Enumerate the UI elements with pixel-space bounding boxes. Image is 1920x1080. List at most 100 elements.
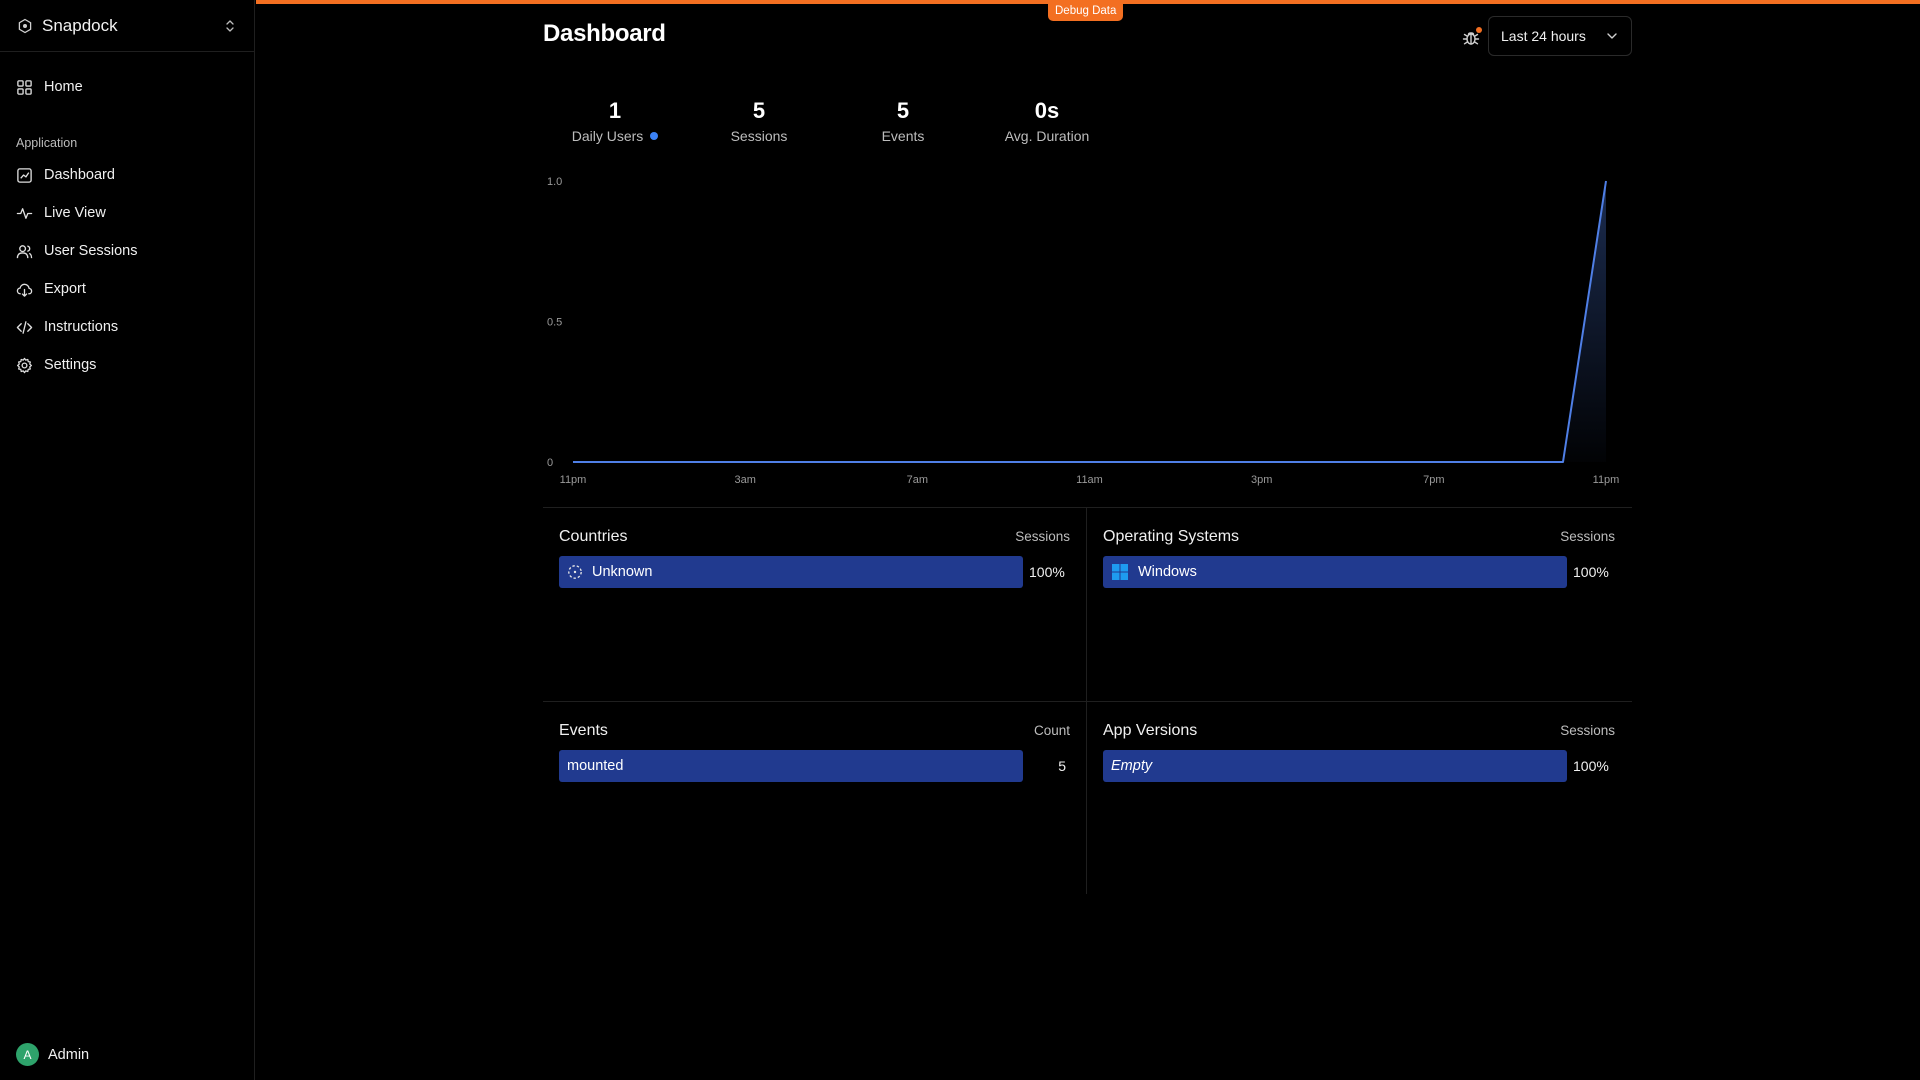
sidebar-item-label: Live View bbox=[44, 205, 106, 221]
avatar: A bbox=[16, 1043, 39, 1066]
panel-column-label: Sessions bbox=[1015, 529, 1070, 544]
bar-label: Unknown bbox=[592, 564, 653, 580]
panel-title: Events bbox=[559, 722, 608, 739]
data-point[interactable] bbox=[871, 459, 877, 465]
app-versions-panel: App Versions Sessions Empty 100% bbox=[1087, 702, 1631, 894]
list-item[interactable]: mounted 5 bbox=[559, 750, 1070, 782]
data-point[interactable] bbox=[1000, 459, 1006, 465]
bar-value: 5 bbox=[1058, 758, 1066, 774]
sidebar-item-user-sessions[interactable]: User Sessions bbox=[8, 232, 246, 270]
data-point[interactable] bbox=[1216, 459, 1222, 465]
data-point[interactable] bbox=[613, 459, 619, 465]
data-point[interactable] bbox=[1259, 459, 1265, 465]
sidebar-item-home[interactable]: Home bbox=[8, 68, 246, 106]
data-point[interactable] bbox=[570, 459, 576, 465]
y-tick-label: 0.5 bbox=[547, 317, 562, 329]
operating-systems-panel: Operating Systems Sessions Windows 100% bbox=[1087, 508, 1631, 701]
bar: Windows bbox=[1103, 556, 1567, 588]
data-point[interactable] bbox=[1173, 459, 1179, 465]
user-menu[interactable]: A Admin bbox=[16, 1043, 89, 1066]
stats-row: 1 Daily Users 5 Sessions 5 Events 0s Avg… bbox=[543, 98, 1119, 144]
bar-value: 100% bbox=[1029, 564, 1065, 580]
chevrons-up-down-icon[interactable] bbox=[222, 18, 238, 34]
panel-column-label: Sessions bbox=[1560, 529, 1615, 544]
bar: Unknown bbox=[559, 556, 1023, 588]
data-point[interactable] bbox=[914, 459, 920, 465]
data-point[interactable] bbox=[1087, 459, 1093, 465]
sidebar-item-dashboard[interactable]: Dashboard bbox=[8, 156, 246, 194]
sidebar-item-label: Export bbox=[44, 281, 86, 297]
org-name: Snapdock bbox=[42, 15, 118, 35]
pulse-icon bbox=[16, 207, 33, 219]
daily-users-chart: 0 0.5 1.0 11pm 3am 7am 11am 3pm 7pm 11pm bbox=[547, 176, 1619, 486]
data-point[interactable] bbox=[957, 459, 963, 465]
gear-icon bbox=[16, 357, 33, 373]
page-title: Dashboard bbox=[543, 20, 666, 47]
cloud-download-icon bbox=[16, 283, 33, 297]
series-area bbox=[573, 181, 1606, 462]
unknown-location-icon bbox=[568, 565, 582, 579]
bar: mounted bbox=[559, 750, 1023, 782]
chart-icon bbox=[17, 167, 32, 183]
nav-group-label: Application bbox=[16, 136, 78, 150]
data-point[interactable] bbox=[1560, 459, 1566, 465]
list-item[interactable]: Windows 100% bbox=[1103, 556, 1615, 588]
data-point[interactable] bbox=[1431, 459, 1437, 465]
grid-icon bbox=[17, 79, 32, 95]
series-line bbox=[573, 180, 1607, 463]
stat-label: Sessions bbox=[730, 128, 788, 144]
sidebar-item-label: Home bbox=[44, 79, 83, 95]
sidebar-item-live-view[interactable]: Live View bbox=[8, 194, 246, 232]
stat-avg-duration[interactable]: 0s Avg. Duration bbox=[975, 98, 1119, 144]
events-panel: Events Count mounted 5 bbox=[543, 702, 1087, 894]
stat-value: 1 bbox=[608, 98, 622, 123]
data-point[interactable] bbox=[699, 459, 705, 465]
stat-events[interactable]: 5 Events bbox=[831, 98, 975, 144]
user-name: Admin bbox=[48, 1046, 90, 1063]
sidebar-item-export[interactable]: Export bbox=[8, 270, 246, 308]
list-item[interactable]: Unknown 100% bbox=[559, 556, 1070, 588]
data-point[interactable] bbox=[656, 459, 662, 465]
stat-label: Avg. Duration bbox=[1004, 128, 1090, 144]
debug-toggle-button[interactable] bbox=[1460, 26, 1482, 48]
data-point[interactable] bbox=[1302, 459, 1308, 465]
data-point[interactable] bbox=[742, 459, 748, 465]
sidebar-item-settings[interactable]: Settings bbox=[8, 346, 246, 384]
bar-label: Windows bbox=[1138, 564, 1197, 580]
time-range-select[interactable]: Last 24 hours bbox=[1488, 16, 1632, 56]
notification-dot bbox=[1476, 27, 1482, 33]
data-point[interactable] bbox=[1474, 459, 1480, 465]
stat-label: Events bbox=[881, 128, 925, 144]
data-point[interactable] bbox=[1603, 178, 1609, 184]
list-item[interactable]: Empty 100% bbox=[1103, 750, 1615, 782]
stat-value: 0s bbox=[1034, 98, 1060, 123]
org-switcher[interactable]: Snapdock bbox=[0, 0, 254, 52]
data-point[interactable] bbox=[1517, 459, 1523, 465]
y-tick-label: 0 bbox=[547, 457, 553, 469]
panel-title: Operating Systems bbox=[1103, 528, 1240, 545]
panel-column-label: Count bbox=[1033, 723, 1070, 738]
data-point[interactable] bbox=[828, 459, 834, 465]
stat-value: 5 bbox=[752, 98, 766, 123]
stat-value: 5 bbox=[896, 98, 910, 123]
panel-title: Countries bbox=[559, 528, 628, 545]
data-point[interactable] bbox=[1130, 459, 1136, 465]
data-point[interactable] bbox=[785, 459, 791, 465]
panel-column-label: Sessions bbox=[1560, 723, 1615, 738]
x-tick-label: 7pm bbox=[1423, 474, 1444, 486]
debug-data-button[interactable]: Debug Data bbox=[1048, 2, 1124, 21]
sidebar-item-instructions[interactable]: Instructions bbox=[8, 308, 246, 346]
data-point[interactable] bbox=[1345, 459, 1351, 465]
windows-icon bbox=[1112, 564, 1128, 580]
x-tick-label: 11am bbox=[1076, 474, 1103, 486]
y-tick-label: 1.0 bbox=[547, 176, 562, 188]
stat-daily-users[interactable]: 1 Daily Users bbox=[543, 98, 687, 144]
x-tick-label: 7am bbox=[907, 474, 928, 486]
stat-sessions[interactable]: 5 Sessions bbox=[687, 98, 831, 144]
x-tick-label: 3am bbox=[734, 474, 755, 486]
data-point[interactable] bbox=[1388, 459, 1394, 465]
data-point[interactable] bbox=[1043, 459, 1049, 465]
bar-value: 100% bbox=[1573, 564, 1609, 580]
bar-label: mounted bbox=[567, 758, 624, 774]
live-indicator bbox=[650, 132, 659, 140]
